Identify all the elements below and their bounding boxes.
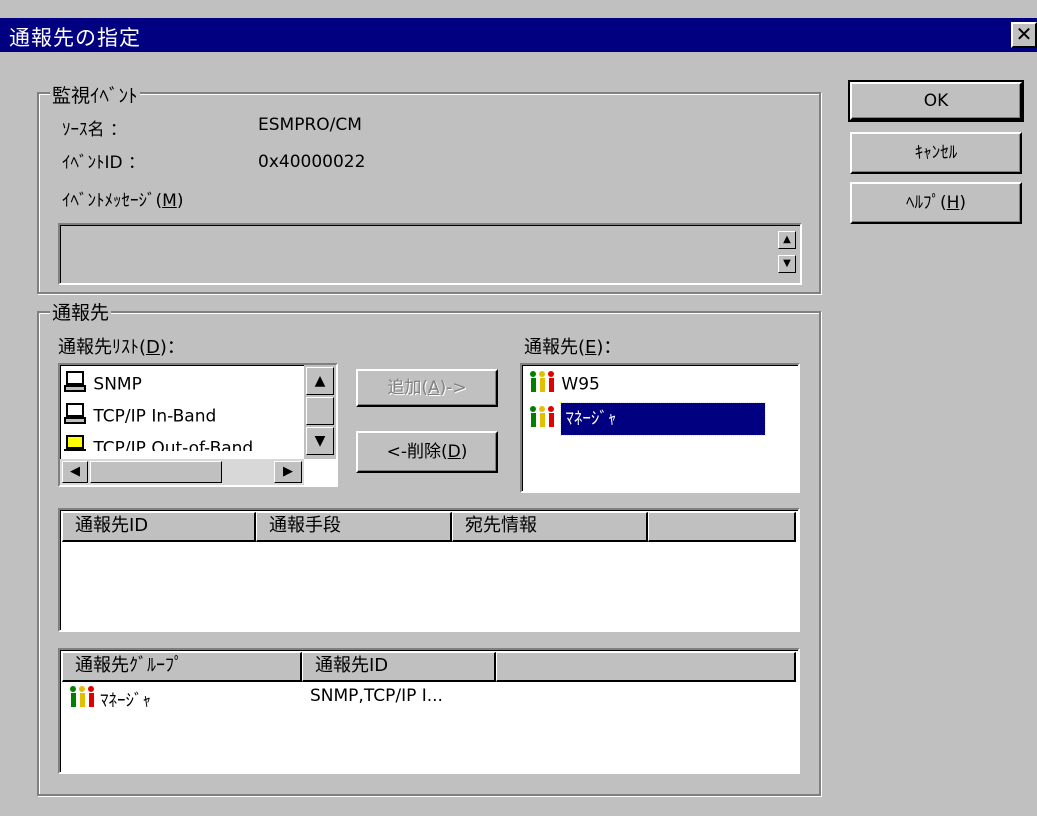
list-item-label: ﾏﾈｰｼﾞｬ [560,402,767,436]
column-header[interactable] [496,652,796,682]
destination-group-label: 通報先 [50,298,112,325]
add-button[interactable]: 追加(A)-> [356,369,498,407]
source-name-label: ｿｰｽ名 ： [62,120,127,140]
selected-destination-list[interactable]: W95 ﾏﾈｰｼﾞｬ [520,363,800,493]
list-item[interactable]: SNMP [64,371,142,398]
people-icon [528,371,556,398]
event-message-field[interactable]: ▲ ▼ [58,223,802,285]
list-item-label: TCP/IP In-Band [93,406,217,427]
list-item[interactable]: TCP/IP Out-of-Band [64,435,253,451]
event-group-label: 監視ｲﾍﾞﾝﾄ [50,81,140,108]
remove-button[interactable]: <-削除(D) [356,431,498,473]
destination-detail-table[interactable]: 通報先ID 通報手段 宛先情報 [58,508,800,632]
list-item[interactable]: TCP/IP In-Band [64,403,216,430]
computer-icon [64,403,88,430]
list-hscrollbar[interactable]: ◀ ▶ [60,459,304,485]
computer-icon [64,371,88,398]
destination-list[interactable]: SNMP TCP/IP In-Band TCP/IP Out-of-Band ▲… [58,363,338,487]
event-id-value: 0x40000022 [258,152,366,172]
list-scroll-up-button[interactable]: ▲ [306,367,334,395]
source-name-value: ESMPRO/CM [258,115,362,135]
list-item-label: SNMP [93,374,142,395]
computer-yellow-icon [64,435,88,451]
table-row[interactable]: ﾏﾈｰｼﾞｬ SNMP,TCP/IP I... [64,684,764,712]
group-ids-cell: SNMP,TCP/IP I... [310,686,443,706]
column-header[interactable]: 通報先ID [62,512,256,542]
title-bar[interactable]: 通報先の指定 ✕ [0,18,1037,52]
column-header[interactable]: 宛先情報 [452,512,648,542]
dialog: 通報先の指定 ✕ 監視ｲﾍﾞﾝﾄ ｿｰｽ名 ： ESMPRO/CM ｲﾍﾞﾝﾄI… [0,0,1037,816]
message-scroll-down-button[interactable]: ▼ [778,255,796,273]
list-hscroll-thumb[interactable] [90,461,222,483]
event-id-label: ｲﾍﾞﾝﾄID ： [62,153,146,173]
cancel-button[interactable]: ｷｬﾝｾﾙ [850,132,1022,174]
list-item-clipped: TCP/IP Out-of-Band [64,435,304,451]
list-vscrollbar[interactable]: ▲ ▼ [304,365,336,459]
group-name-cell: ﾏﾈｰｼﾞｬ [100,691,151,711]
column-header[interactable]: 通報先ｸﾞﾙｰﾌﾟ [62,652,302,682]
selected-destination-label: 通報先(E)： [524,337,622,358]
list-item-label: W95 [561,374,600,395]
help-button[interactable]: ﾍﾙﾌﾟ(H) [850,182,1022,224]
event-message-label: ｲﾍﾞﾝﾄﾒｯｾｰｼﾞ(M) [62,191,184,211]
destination-list-label: 通報先ﾘｽﾄ(D)： [58,337,185,358]
list-scroll-thumb[interactable] [306,397,334,425]
people-icon [68,686,96,712]
list-scroll-left-button[interactable]: ◀ [62,461,88,483]
column-header[interactable] [648,512,796,542]
column-header[interactable]: 通報手段 [256,512,452,542]
window-title: 通報先の指定 [9,26,141,50]
message-scroll-up-button[interactable]: ▲ [778,231,796,249]
list-scroll-right-button[interactable]: ▶ [274,461,302,483]
close-button[interactable]: ✕ [1011,22,1037,48]
people-icon [528,405,556,433]
destination-group-table[interactable]: 通報先ｸﾞﾙｰﾌﾟ 通報先ID ﾏﾈｰｼﾞｬ SNMP,TCP/IP I... [58,648,800,774]
ok-button[interactable]: OK [848,80,1024,122]
list-scroll-down-button[interactable]: ▼ [306,427,334,455]
list-item-selected[interactable]: ﾏﾈｰｼﾞｬ [528,402,767,436]
column-header[interactable]: 通報先ID [302,652,496,682]
list-item-label: TCP/IP Out-of-Band [93,438,254,452]
list-item[interactable]: W95 [528,371,600,398]
